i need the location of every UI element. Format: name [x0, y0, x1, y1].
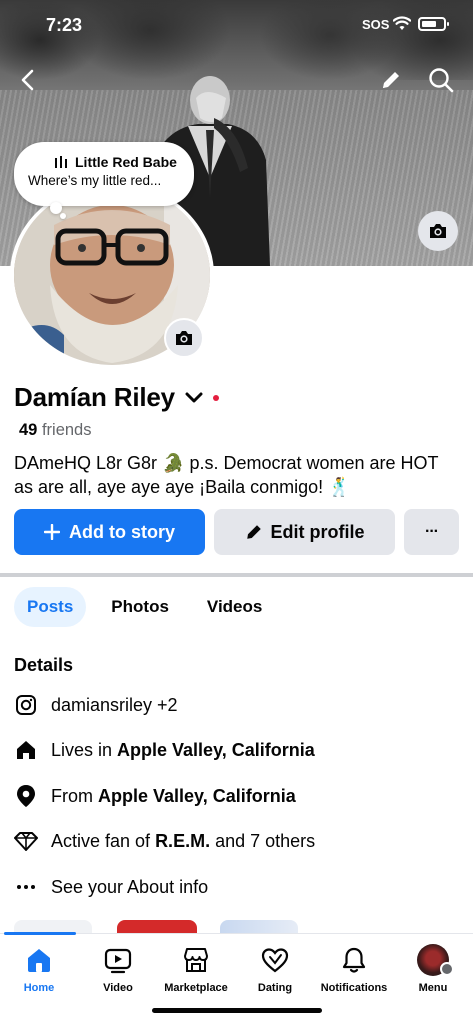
status-time: 7:23 — [46, 15, 83, 35]
music-bars-icon — [55, 156, 67, 168]
add-to-story-button[interactable]: Add to story — [14, 509, 205, 555]
friends-number: 49 — [19, 421, 38, 439]
tab-posts[interactable]: Posts — [14, 587, 87, 627]
from-prefix: From — [51, 785, 93, 806]
profile-music-bubble[interactable]: Little Red Babe Where’s my little red... — [14, 142, 194, 206]
status-bar: 7:23 SOS — [0, 0, 473, 50]
nav-dating[interactable]: Dating — [232, 944, 318, 994]
battery-icon — [418, 17, 449, 31]
edit-cover-button[interactable] — [418, 211, 458, 251]
active-tab-indicator — [4, 932, 76, 935]
about-link: See your About info — [51, 876, 209, 897]
chevron-down-icon[interactable] — [185, 391, 203, 405]
back-icon[interactable] — [12, 64, 44, 96]
detail-active-fan[interactable]: Active fan of R.E.M. and 7 others — [14, 829, 315, 853]
instagram-handle: damiansriley +2 — [51, 694, 178, 715]
profile-name: Damían Riley — [14, 382, 175, 412]
home-indicator — [152, 1008, 322, 1013]
nav-video[interactable]: Video — [75, 944, 161, 994]
presence-dot — [212, 394, 219, 401]
detail-instagram[interactable]: damiansriley +2 — [14, 693, 178, 717]
edit-avatar-button[interactable] — [164, 318, 204, 358]
add-to-story-label: Add to story — [69, 521, 175, 542]
status-sos: SOS — [362, 17, 390, 32]
section-divider — [0, 573, 473, 577]
details-heading: Details — [14, 655, 74, 675]
nav-notifications[interactable]: Notifications — [311, 944, 397, 994]
nav-menu[interactable]: Menu — [390, 944, 473, 994]
tab-videos[interactable]: Videos — [194, 587, 275, 627]
music-subtitle: Where’s my little red... — [28, 173, 162, 188]
edit-pencil-icon[interactable] — [375, 64, 407, 96]
fan-name[interactable]: R.E.M. — [155, 831, 210, 852]
detail-from: From Apple Valley, California — [14, 784, 296, 808]
profile-bio: DAmeHQ L8r G8r 🐊 p.s. Democrat women are… — [14, 453, 439, 497]
marketplace-icon — [184, 948, 208, 972]
fan-prefix: Active fan of — [51, 830, 151, 851]
bubble-tail — [50, 202, 62, 214]
dating-heart-icon — [261, 948, 289, 973]
instagram-icon — [14, 693, 38, 717]
friends-label: friends — [41, 421, 92, 439]
wifi-icon — [393, 16, 411, 30]
nav-video-label: Video — [103, 982, 133, 994]
more-options-button[interactable]: ··· — [404, 509, 459, 555]
featured-card-2[interactable] — [117, 920, 197, 934]
lives-in-prefix: Lives in — [51, 739, 113, 760]
nav-home-label: Home — [23, 982, 55, 994]
bubble-tail-small — [60, 213, 66, 219]
detail-about[interactable]: See your About info — [14, 875, 208, 899]
friends-count[interactable]: 49 friends — [19, 421, 91, 440]
search-icon[interactable] — [425, 64, 457, 96]
video-icon — [104, 948, 132, 974]
profile-tabs: Posts Photos Videos — [14, 587, 287, 627]
music-title: Little Red Babe — [75, 154, 177, 170]
nav-notifications-label: Notifications — [320, 982, 388, 994]
fan-suffix: and 7 others — [215, 830, 316, 851]
diamond-icon — [14, 829, 38, 853]
location-pin-icon — [14, 784, 38, 808]
edit-profile-button[interactable]: Edit profile — [214, 509, 395, 555]
plus-icon — [44, 524, 60, 540]
nav-dating-label: Dating — [257, 982, 293, 994]
nav-home[interactable]: Home — [0, 944, 82, 994]
home-icon — [28, 949, 50, 972]
menu-hamburger-icon — [440, 962, 454, 976]
more-dots-icon — [14, 875, 38, 899]
pencil-icon — [246, 525, 261, 539]
more-dots-label: ··· — [425, 523, 439, 540]
profile-name-row[interactable]: Damían Riley — [14, 382, 219, 413]
nav-menu-label: Menu — [418, 982, 448, 994]
nav-marketplace-label: Marketplace — [164, 982, 228, 994]
from-place[interactable]: Apple Valley, California — [98, 786, 296, 807]
camera-icon — [430, 224, 446, 238]
detail-lives-in: Lives in Apple Valley, California — [14, 738, 315, 762]
nav-marketplace[interactable]: Marketplace — [153, 944, 239, 994]
home-icon — [14, 738, 38, 762]
tab-photos[interactable]: Photos — [98, 587, 182, 627]
featured-card-3[interactable] — [220, 920, 298, 934]
bell-icon — [342, 947, 366, 973]
camera-icon — [176, 331, 192, 345]
edit-profile-label: Edit profile — [270, 521, 365, 542]
lives-in-place[interactable]: Apple Valley, California — [117, 740, 315, 761]
